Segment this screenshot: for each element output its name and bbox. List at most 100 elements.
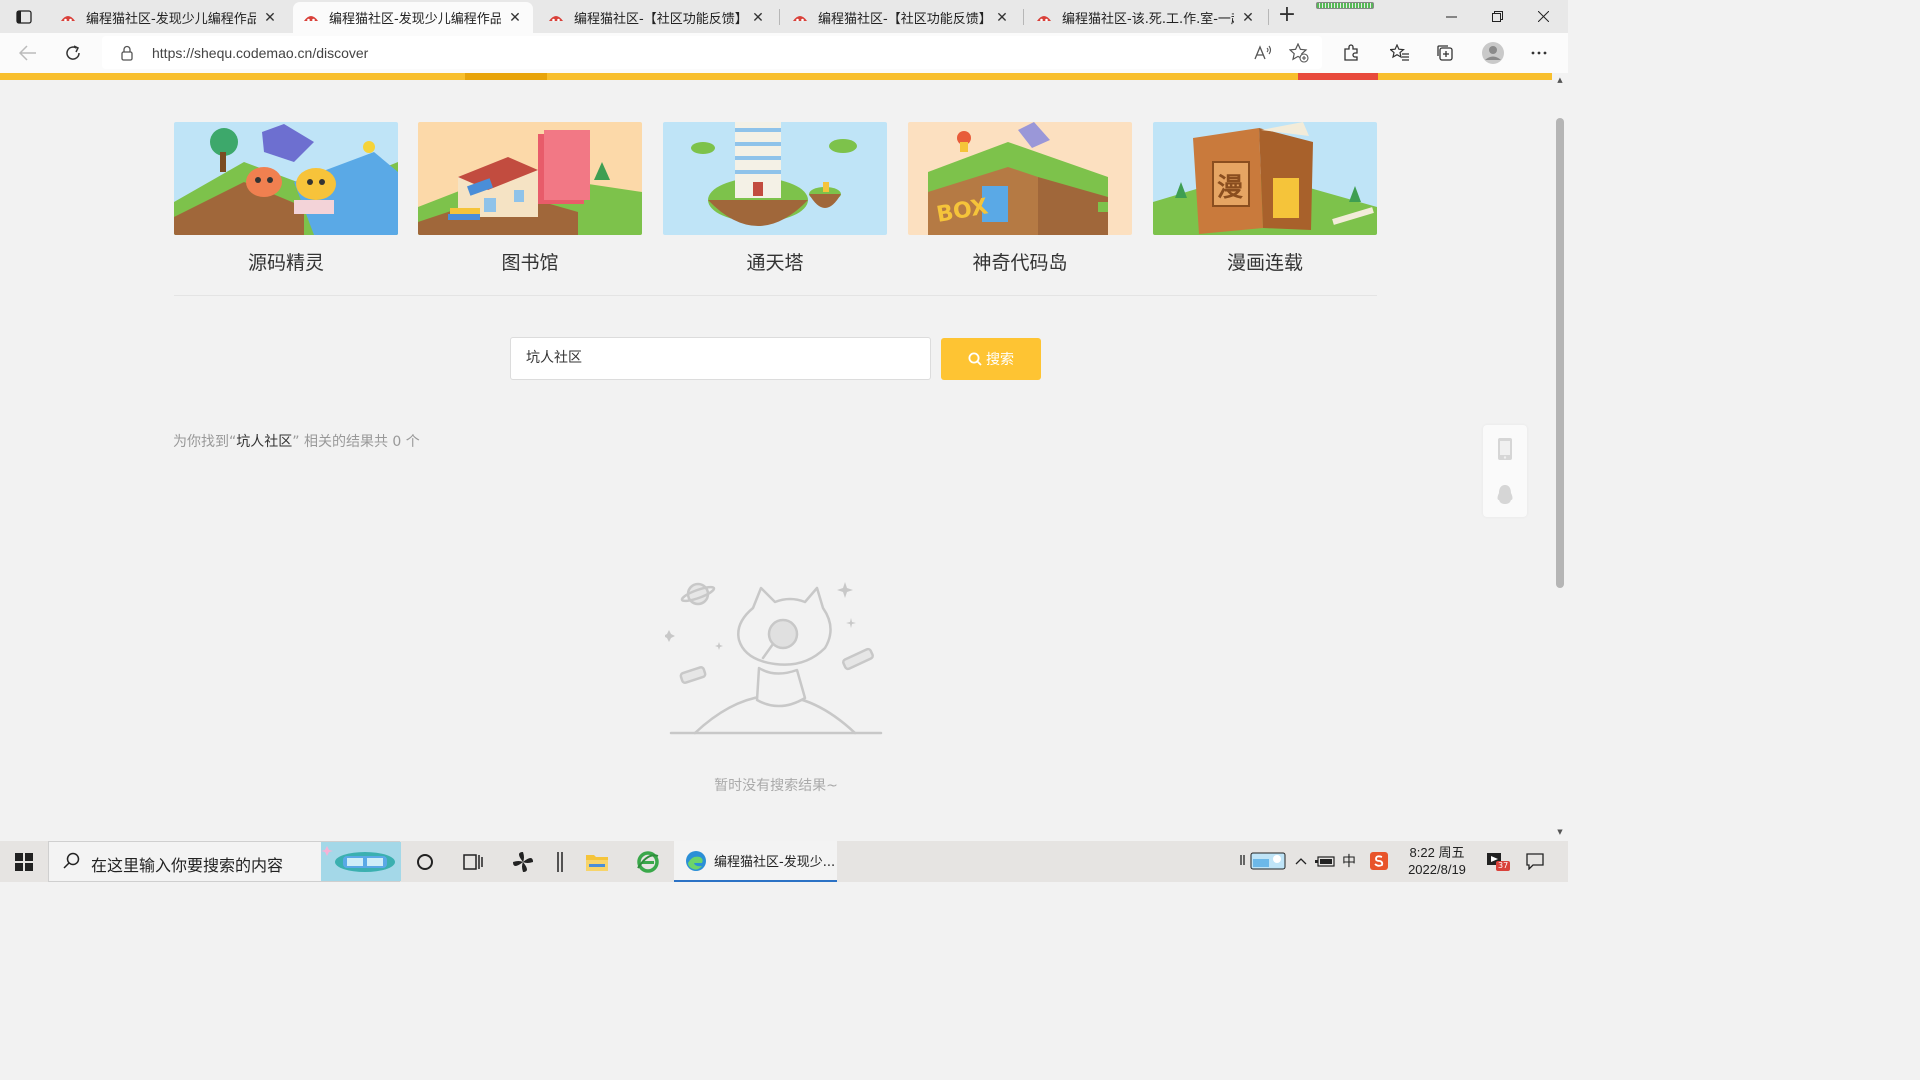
close-tab-icon[interactable]: ✕ bbox=[507, 10, 523, 26]
more-options-icon[interactable] bbox=[1524, 38, 1554, 68]
taskbar-window-title: 编程猫社区-发现少... bbox=[714, 855, 836, 870]
search-button-label: 搜索 bbox=[986, 352, 1014, 368]
tab-separator bbox=[1023, 9, 1024, 25]
mobile-app-icon[interactable] bbox=[1495, 437, 1515, 461]
browser-tab-2[interactable]: 编程猫社区-发现少儿编程作品 ✕ bbox=[293, 2, 533, 33]
svg-text:漫: 漫 bbox=[1217, 173, 1243, 203]
cortana-icon[interactable] bbox=[402, 841, 448, 882]
codemao-favicon-icon bbox=[61, 15, 75, 21]
collections-icon[interactable] bbox=[1430, 38, 1460, 68]
search-button[interactable]: 搜索 bbox=[941, 338, 1041, 380]
browser-tab-4[interactable]: 编程猫社区-【社区功能反馈】用 ✕ bbox=[782, 2, 1020, 33]
extensions-icon[interactable] bbox=[1336, 38, 1366, 68]
floating-side-panel bbox=[1483, 425, 1527, 517]
tab-separator bbox=[779, 9, 780, 25]
card-source-sprite[interactable] bbox=[174, 122, 398, 235]
show-hidden-icons-icon[interactable] bbox=[1292, 849, 1310, 873]
comics-illustration: 漫 bbox=[1153, 122, 1377, 235]
card-comics[interactable]: 漫 bbox=[1153, 122, 1377, 235]
card-label-comics[interactable]: 漫画连载 bbox=[1153, 248, 1377, 275]
favorites-icon[interactable] bbox=[1385, 38, 1415, 68]
start-button[interactable] bbox=[0, 841, 48, 882]
codemao-favicon-icon bbox=[549, 15, 563, 21]
sogou-input-icon[interactable] bbox=[1368, 849, 1390, 873]
notification-app-icon[interactable]: 37 bbox=[1484, 849, 1511, 873]
card-library[interactable] bbox=[418, 122, 642, 235]
browser-tab-1[interactable]: 编程猫社区-发现少儿编程作品 ✕ bbox=[50, 2, 288, 33]
qq-icon[interactable] bbox=[1495, 483, 1515, 507]
codemao-favicon-icon bbox=[1037, 15, 1051, 21]
tab-title: 编程猫社区-发现少儿编程作品 bbox=[329, 12, 501, 27]
tray-weather-icon[interactable] bbox=[1238, 849, 1290, 873]
close-tab-icon[interactable]: ✕ bbox=[1240, 10, 1256, 26]
codemao-favicon-icon bbox=[793, 15, 807, 21]
codemao-favicon-icon bbox=[304, 15, 318, 21]
lock-icon[interactable] bbox=[120, 45, 134, 61]
result-count: 相关的结果共 0 个 bbox=[303, 434, 420, 450]
header-active-indicator bbox=[465, 73, 547, 80]
read-aloud-icon[interactable] bbox=[1252, 42, 1274, 64]
code-island-illustration: BOX bbox=[908, 122, 1132, 235]
scroll-up-icon[interactable]: ▲ bbox=[1555, 75, 1565, 85]
result-keyword: 坑人社区 bbox=[236, 434, 293, 450]
tab-actions-icon[interactable] bbox=[10, 6, 38, 28]
card-tower[interactable] bbox=[663, 122, 887, 235]
clock-date: 2022/8/19 bbox=[1408, 862, 1466, 877]
close-tab-icon[interactable]: ✕ bbox=[994, 10, 1010, 26]
search-icon bbox=[968, 352, 982, 366]
result-summary: 为你找到“坑人社区” 相关的结果共 0 个 bbox=[173, 431, 420, 451]
windows-logo-icon bbox=[15, 852, 33, 871]
internet-explorer-icon[interactable] bbox=[625, 841, 671, 882]
back-button[interactable] bbox=[13, 38, 43, 68]
scrollbar-thumb[interactable] bbox=[1556, 118, 1564, 588]
taskbar-search-box[interactable]: 在这里输入你要搜索的内容 bbox=[48, 841, 401, 882]
close-window-button[interactable] bbox=[1520, 0, 1566, 33]
empty-state-text: 暂时没有搜索结果~ bbox=[714, 778, 838, 794]
card-label-library[interactable]: 图书馆 bbox=[418, 248, 642, 275]
url-text[interactable]: https://shequ.codemao.cn/discover bbox=[152, 45, 368, 61]
address-toolbar: https://shequ.codemao.cn/discover bbox=[0, 33, 1568, 73]
card-code-island[interactable]: BOX bbox=[908, 122, 1132, 235]
source-sprite-illustration bbox=[174, 122, 398, 235]
add-favorite-icon[interactable] bbox=[1288, 42, 1310, 64]
tab-separator bbox=[1268, 9, 1269, 25]
close-tab-icon[interactable]: ✕ bbox=[750, 10, 766, 26]
card-label-source-sprite[interactable]: 源码精灵 bbox=[174, 248, 398, 275]
performance-meter bbox=[1316, 2, 1374, 9]
scroll-down-icon[interactable]: ▼ bbox=[1555, 827, 1565, 837]
task-view-icon[interactable] bbox=[450, 841, 496, 882]
refresh-button[interactable] bbox=[58, 38, 88, 68]
tab-title: 编程猫社区-该.死.工.作.室-一起写 bbox=[1062, 12, 1234, 27]
browser-tab-5[interactable]: 编程猫社区-该.死.工.作.室-一起写 ✕ bbox=[1026, 2, 1266, 33]
section-divider bbox=[174, 295, 1377, 296]
profile-avatar[interactable] bbox=[1478, 38, 1508, 68]
library-illustration bbox=[418, 122, 642, 235]
result-prefix: 为你找到 bbox=[173, 434, 229, 450]
tab-title: 编程猫社区-【社区功能反馈】用 bbox=[818, 12, 988, 27]
tower-illustration bbox=[663, 122, 887, 235]
search-input[interactable]: 坑人社区 bbox=[510, 337, 931, 380]
edge-browser-icon bbox=[686, 850, 706, 871]
search-highlight-art bbox=[321, 842, 401, 881]
close-tab-icon[interactable]: ✕ bbox=[262, 10, 278, 26]
restore-button[interactable] bbox=[1474, 0, 1520, 33]
battery-icon[interactable] bbox=[1314, 849, 1336, 873]
new-tab-button[interactable]: + bbox=[1276, 4, 1298, 28]
address-bar[interactable]: https://shequ.codemao.cn/discover bbox=[102, 36, 1322, 69]
minimize-button[interactable] bbox=[1428, 0, 1474, 33]
clock-time: 8:22 周五 bbox=[1409, 845, 1465, 860]
file-explorer-icon[interactable] bbox=[574, 841, 620, 882]
card-label-tower[interactable]: 通天塔 bbox=[663, 248, 887, 275]
input-method-icon[interactable]: 中 bbox=[1340, 849, 1358, 873]
card-label-code-island[interactable]: 神奇代码岛 bbox=[908, 248, 1132, 275]
search-icon bbox=[63, 852, 80, 869]
site-header-strip bbox=[0, 73, 1552, 80]
windows-taskbar: 在这里输入你要搜索的内容 编程猫社区-发现少... 中 8:22 周五 2022… bbox=[0, 841, 1568, 882]
vertical-scrollbar[interactable]: ▲ ▼ bbox=[1552, 73, 1568, 841]
tab-title: 编程猫社区-【社区功能反馈】用 bbox=[574, 12, 744, 27]
browser-tab-3[interactable]: 编程猫社区-【社区功能反馈】用 ✕ bbox=[538, 2, 776, 33]
action-center-icon[interactable] bbox=[1522, 849, 1548, 873]
taskbar-edge-window[interactable]: 编程猫社区-发现少... bbox=[674, 841, 837, 882]
notification-badge: 37 bbox=[1496, 861, 1511, 871]
system-clock[interactable]: 8:22 周五 2022/8/19 bbox=[1396, 844, 1478, 878]
